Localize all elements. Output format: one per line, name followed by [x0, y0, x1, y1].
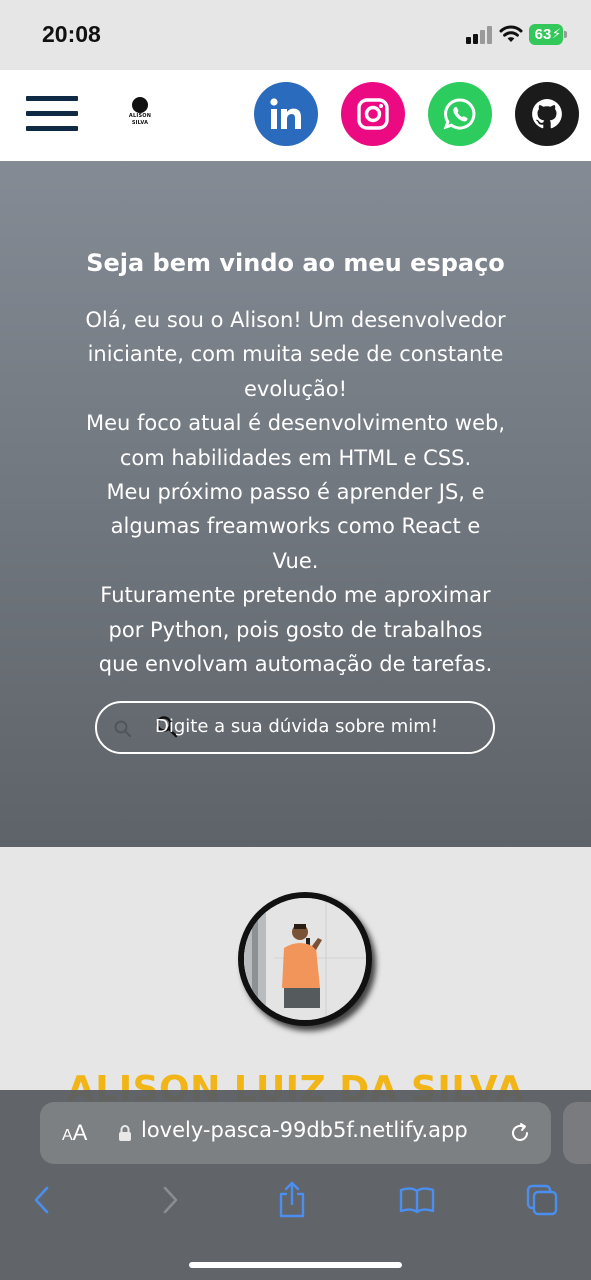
share-icon — [279, 1181, 305, 1218]
hamburger-menu-icon[interactable] — [26, 96, 78, 132]
hero-section: Seja bem vindo ao meu espaço Olá, eu sou… — [0, 161, 591, 847]
home-indicator[interactable] — [189, 1262, 402, 1268]
intro-line: Vue. — [272, 548, 319, 573]
bookmarks-button[interactable] — [399, 1182, 435, 1218]
reload-icon[interactable] — [508, 1121, 532, 1145]
intro-line: por Python, pois gosto de trabalhos — [108, 617, 483, 642]
intro-line: Meu próximo passo é aprender JS, e — [106, 480, 485, 505]
whatsapp-link[interactable] — [428, 82, 492, 146]
intro-line: Futuramente pretendo me aproximar — [100, 583, 491, 608]
share-button[interactable] — [274, 1181, 310, 1218]
github-icon — [532, 99, 562, 129]
tabs-button[interactable] — [524, 1182, 560, 1218]
url-text: lovely-pasca-99db5f.netlify.app — [141, 1118, 468, 1142]
intro-line: que envolvam automação de tarefas. — [98, 652, 493, 677]
intro-line: com habilidades em HTML e CSS. — [119, 445, 472, 470]
intro-line: Meu foco atual é desenvolvimento web, — [85, 411, 506, 436]
wifi-icon — [499, 25, 523, 42]
intro-line: Olá, eu sou o Alison! Um desenvolvedor — [85, 308, 506, 332]
logo-text: ALISON SILVA — [128, 113, 152, 126]
search-placeholder: Digite a sua dúvida sobre mim! — [155, 716, 438, 737]
site-header: ALISON SILVA — [0, 70, 591, 161]
intro-line: algumas freamworks como React e — [110, 514, 481, 539]
next-tab-preview[interactable] — [563, 1102, 591, 1164]
instagram-icon — [357, 98, 389, 130]
back-button[interactable] — [24, 1182, 60, 1218]
question-search-input[interactable]: Digite a sua dúvida sobre mim! — [95, 701, 495, 754]
instagram-link[interactable] — [341, 82, 405, 146]
text-size-button[interactable]: AA — [62, 1120, 87, 1146]
tabs-icon — [526, 1184, 558, 1216]
address-bar[interactable]: AA lovely-pasca-99db5f.netlify.app — [40, 1102, 551, 1164]
status-bar: 20:08 63 ⚡ — [0, 0, 591, 70]
battery-charging-icon: 63 ⚡ — [529, 24, 567, 45]
hero-intro-text: Olá, eu sou o Alison! Um desenvolvedor i… — [56, 303, 535, 681]
profile-photo — [238, 892, 372, 1026]
logo-mark — [132, 97, 148, 113]
linkedin-icon — [270, 98, 301, 129]
bookmarks-icon — [399, 1187, 435, 1214]
forward-button[interactable] — [152, 1182, 188, 1218]
intro-line: iniciante, com muita sede de constante — [87, 342, 504, 367]
back-icon — [34, 1186, 49, 1214]
search-icon — [114, 720, 131, 737]
hero-title: Seja bem vindo ao meu espaço — [86, 249, 505, 277]
browser-toolbar: AA lovely-pasca-99db5f.netlify.app — [0, 1090, 591, 1280]
intro-line: evolução! — [243, 376, 348, 401]
signal-icon — [466, 26, 494, 44]
profile-photo-image — [244, 898, 366, 1020]
lock-icon — [119, 1125, 131, 1141]
linkedin-link[interactable] — [254, 82, 318, 146]
github-link[interactable] — [515, 82, 579, 146]
whatsapp-icon — [443, 98, 476, 130]
site-logo[interactable]: ALISON SILVA — [120, 97, 160, 133]
status-time: 20:08 — [42, 21, 101, 47]
forward-icon — [163, 1186, 178, 1214]
